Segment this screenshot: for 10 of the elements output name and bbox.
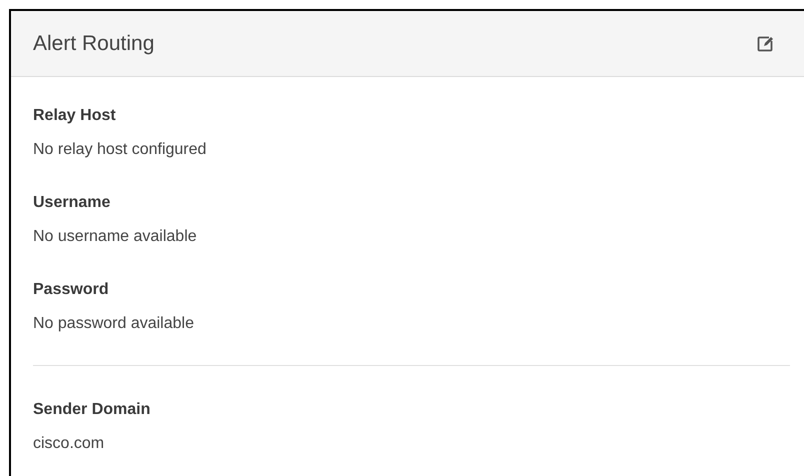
field-label: Relay Host [33, 106, 117, 126]
edit-icon[interactable] [756, 34, 774, 52]
field-value: cisco.com [33, 434, 106, 454]
field-value: No username available [33, 227, 198, 247]
panel-title: Alert Routing [33, 30, 154, 57]
field-value: No password available [33, 314, 195, 334]
field-value: No relay host configured [33, 140, 208, 160]
field-label: Password [33, 280, 110, 300]
field-label: Username [33, 193, 112, 213]
field-label: Sender Domain [33, 400, 152, 420]
